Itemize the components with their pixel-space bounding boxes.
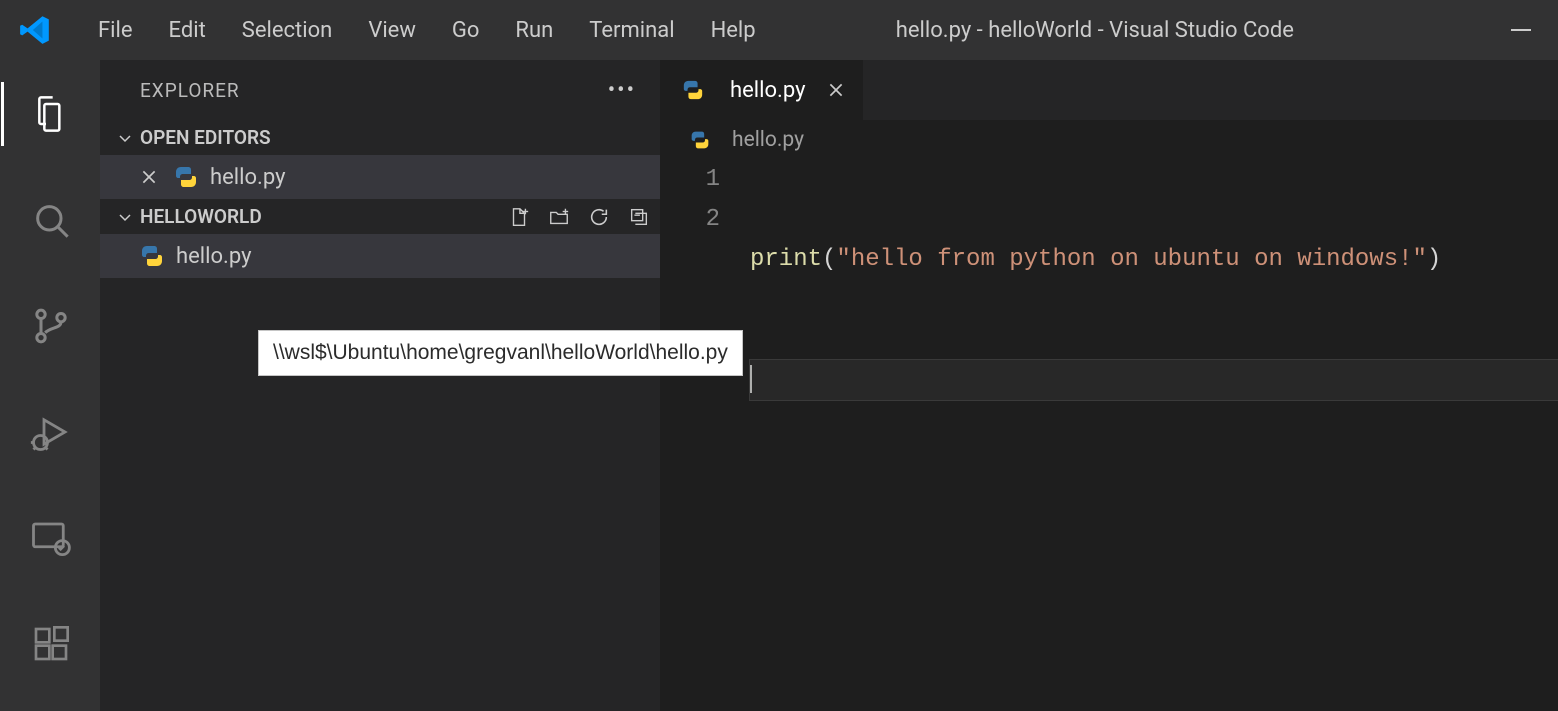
code-line[interactable] (750, 360, 1558, 400)
new-folder-icon[interactable] (548, 206, 570, 228)
debug-icon (30, 411, 72, 453)
open-editor-item[interactable]: hello.py (100, 155, 660, 199)
menu-selection[interactable]: Selection (224, 12, 351, 49)
close-icon[interactable] (140, 168, 166, 186)
python-file-icon (690, 130, 722, 150)
text-cursor (750, 365, 752, 393)
git-branch-icon (31, 306, 71, 346)
line-number: 2 (660, 200, 720, 240)
activity-bar (0, 60, 100, 711)
editor-tab[interactable]: hello.py (660, 60, 863, 120)
menu-file[interactable]: File (80, 12, 151, 49)
menu-terminal[interactable]: Terminal (571, 12, 692, 49)
activity-source-control[interactable] (1, 294, 101, 358)
activity-extensions[interactable] (1, 612, 101, 676)
activity-run-debug[interactable] (1, 400, 101, 464)
file-tree-item[interactable]: hello.py (100, 234, 660, 278)
file-name: hello.py (176, 244, 251, 269)
file-name: hello.py (210, 165, 285, 190)
close-icon[interactable] (819, 81, 845, 99)
explorer-sidebar: EXPLORER ••• OPEN EDITORS hello.py (100, 60, 660, 711)
remote-icon (30, 517, 72, 559)
new-file-icon[interactable] (508, 206, 530, 228)
chevron-down-icon (116, 208, 134, 226)
menu-go[interactable]: Go (434, 12, 498, 49)
editor-tabs: hello.py (660, 60, 1558, 120)
python-file-icon (682, 79, 716, 101)
line-numbers: 1 2 (660, 160, 750, 480)
open-editors-header[interactable]: OPEN EDITORS (100, 120, 660, 155)
search-icon (31, 200, 71, 240)
extensions-icon (31, 624, 71, 664)
menu-edit[interactable]: Edit (151, 12, 224, 49)
minimize-button[interactable] (1496, 10, 1546, 50)
python-file-icon (140, 244, 176, 268)
refresh-icon[interactable] (588, 206, 610, 228)
menu-help[interactable]: Help (693, 12, 774, 49)
line-number: 1 (660, 160, 720, 200)
titlebar: File Edit Selection View Go Run Terminal… (0, 0, 1558, 60)
files-icon (31, 94, 71, 134)
more-actions-icon[interactable]: ••• (608, 78, 636, 103)
vscode-logo-icon (12, 13, 80, 47)
breadcrumb[interactable]: hello.py (660, 120, 1558, 160)
menu-run[interactable]: Run (497, 12, 571, 49)
explorer-title: EXPLORER (140, 79, 240, 102)
tab-label: hello.py (730, 78, 805, 103)
menu-bar: File Edit Selection View Go Run Terminal… (80, 12, 774, 49)
editor-area: hello.py hello.py 1 2 print("hello from (660, 60, 1558, 711)
code-editor[interactable]: 1 2 print("hello from python on ubuntu o… (660, 160, 1558, 480)
folder-label: HELLOWORLD (140, 205, 262, 228)
breadcrumb-label: hello.py (732, 128, 804, 152)
code-line[interactable]: print("hello from python on ubuntu on wi… (750, 240, 1558, 280)
python-file-icon (174, 165, 210, 189)
activity-search[interactable] (1, 188, 101, 252)
folder-header[interactable]: HELLOWORLD (100, 199, 660, 234)
activity-remote[interactable] (1, 506, 101, 570)
open-editors-label: OPEN EDITORS (140, 126, 271, 149)
file-path-tooltip: \\wsl$\Ubuntu\home\gregvanl\helloWorld\h… (258, 330, 743, 376)
menu-view[interactable]: View (350, 12, 434, 49)
chevron-down-icon (116, 129, 134, 147)
collapse-all-icon[interactable] (628, 206, 650, 228)
activity-explorer[interactable] (1, 82, 101, 146)
window-title: hello.py - helloWorld - Visual Studio Co… (774, 18, 1496, 43)
